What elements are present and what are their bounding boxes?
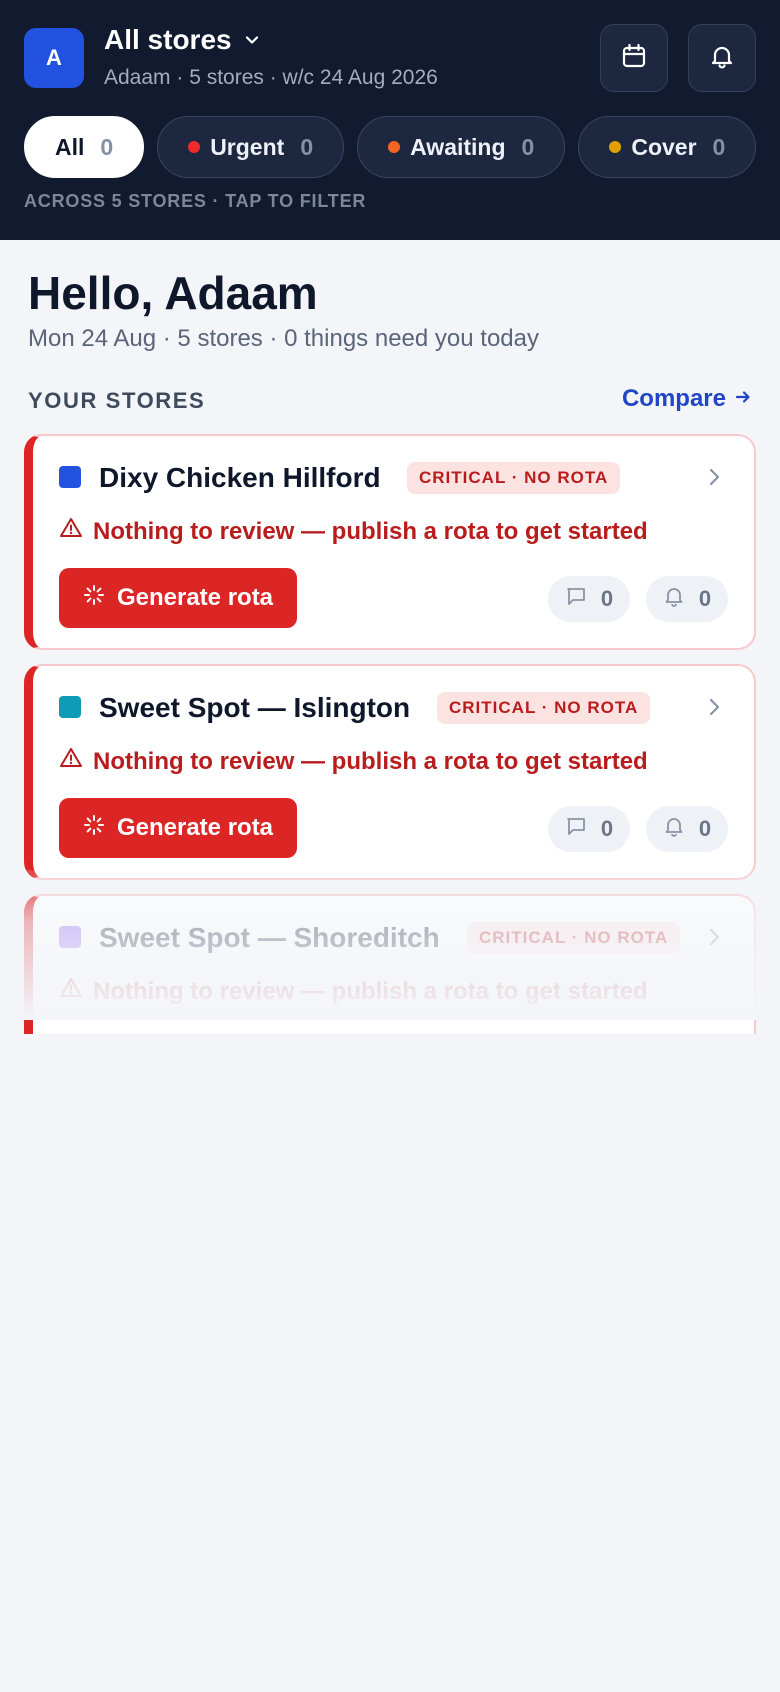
top-bar: A All stores Adaam · 5 stores · w/c 24 A… bbox=[0, 0, 780, 240]
generate-rota-button[interactable]: Generate rota bbox=[59, 568, 297, 628]
warning-text: Nothing to review — publish a rota to ge… bbox=[93, 977, 648, 1005]
store-color-swatch bbox=[59, 926, 81, 948]
filter-count: 0 bbox=[521, 133, 535, 160]
chevron-right-icon[interactable] bbox=[704, 926, 724, 953]
compare-label: Compare bbox=[621, 385, 726, 412]
store-switcher[interactable]: All stores bbox=[104, 24, 262, 56]
chevron-right-icon[interactable] bbox=[704, 696, 724, 723]
alerts-value: 0 bbox=[698, 586, 712, 611]
filter-count: 0 bbox=[712, 133, 726, 160]
messages-value: 0 bbox=[600, 586, 614, 611]
store-name: Sweet Spot — Islington bbox=[99, 692, 411, 723]
store-color-swatch bbox=[59, 696, 81, 718]
urgent-dot-icon bbox=[188, 141, 201, 153]
cover-dot-icon bbox=[609, 141, 622, 153]
store-card[interactable]: Dixy Chicken Hillford CRITICAL · NO ROTA… bbox=[24, 434, 756, 650]
chevron-right-icon[interactable] bbox=[704, 466, 724, 493]
filter-awaiting[interactable]: Awaiting 0 bbox=[357, 116, 566, 178]
messages-value: 0 bbox=[600, 816, 614, 841]
filter-label: All bbox=[55, 133, 85, 160]
chevron-down-icon bbox=[242, 30, 262, 50]
warning-triangle-icon bbox=[59, 516, 83, 547]
warning-text: Nothing to review — publish a rota to ge… bbox=[93, 517, 648, 545]
alerts-count[interactable]: 0 bbox=[646, 806, 728, 852]
status-badge: CRITICAL · NO ROTA bbox=[437, 692, 651, 724]
message-icon bbox=[565, 585, 587, 613]
generate-rota-label: Generate rota bbox=[116, 584, 274, 611]
store-card[interactable]: Sweet Spot — Islington CRITICAL · NO ROT… bbox=[24, 664, 756, 880]
warning-triangle-icon bbox=[59, 746, 83, 777]
filter-label: Urgent bbox=[210, 133, 285, 160]
filter-label: Awaiting bbox=[410, 133, 506, 160]
filter-label: Cover bbox=[631, 133, 697, 160]
calendar-icon bbox=[620, 42, 648, 75]
warning-triangle-icon bbox=[59, 976, 83, 1007]
compare-link[interactable]: Compare bbox=[622, 385, 752, 413]
filter-all[interactable]: All 0 bbox=[24, 116, 145, 178]
generate-rota-label: Generate rota bbox=[116, 814, 274, 841]
alerts-value: 0 bbox=[698, 816, 712, 841]
filter-cover[interactable]: Cover 0 bbox=[578, 116, 757, 178]
store-card[interactable]: Sweet Spot — Shoreditch CRITICAL · NO RO… bbox=[24, 894, 756, 1034]
status-badge: CRITICAL · NO ROTA bbox=[467, 922, 681, 954]
messages-count[interactable]: 0 bbox=[548, 806, 630, 852]
status-badge: CRITICAL · NO ROTA bbox=[407, 462, 621, 494]
store-name: Dixy Chicken Hillford bbox=[99, 462, 381, 493]
bell-icon bbox=[708, 42, 736, 75]
awaiting-dot-icon bbox=[388, 141, 401, 153]
bell-icon bbox=[663, 815, 685, 843]
page-title: Hello, Adaam bbox=[28, 267, 318, 319]
warning-row: Nothing to review — publish a rota to ge… bbox=[59, 516, 648, 547]
page-summary: Mon 24 Aug · 5 stores · 0 things need yo… bbox=[28, 325, 539, 352]
warning-row: Nothing to review — publish a rota to ge… bbox=[59, 976, 648, 1007]
alerts-count[interactable]: 0 bbox=[646, 576, 728, 622]
generate-rota-button[interactable]: Generate rota bbox=[59, 798, 297, 858]
sparkle-icon bbox=[83, 814, 105, 843]
calendar-button[interactable] bbox=[600, 24, 668, 92]
avatar[interactable]: A bbox=[24, 28, 84, 88]
warning-text: Nothing to review — publish a rota to ge… bbox=[93, 747, 648, 775]
filter-hint: ACROSS 5 STORES · TAP TO FILTER bbox=[24, 191, 367, 211]
store-switcher-label: All stores bbox=[104, 24, 232, 55]
sparkle-icon bbox=[83, 584, 105, 613]
filter-count: 0 bbox=[300, 133, 314, 160]
filter-tabs: All 0 Urgent 0 Awaiting 0 Cover 0 bbox=[24, 116, 757, 178]
messages-count[interactable]: 0 bbox=[548, 576, 630, 622]
header-subtitle: Adaam · 5 stores · w/c 24 Aug 2026 bbox=[104, 66, 438, 89]
arrow-right-icon bbox=[734, 385, 752, 413]
store-color-swatch bbox=[59, 466, 81, 488]
store-name: Sweet Spot — Shoreditch bbox=[99, 922, 440, 953]
warning-row: Nothing to review — publish a rota to ge… bbox=[59, 746, 648, 777]
notifications-button[interactable] bbox=[688, 24, 756, 92]
filter-count: 0 bbox=[100, 133, 114, 160]
filter-urgent[interactable]: Urgent 0 bbox=[157, 116, 345, 178]
message-icon bbox=[565, 815, 587, 843]
section-title-stores: YOUR STORES bbox=[28, 388, 206, 413]
bell-icon bbox=[663, 585, 685, 613]
